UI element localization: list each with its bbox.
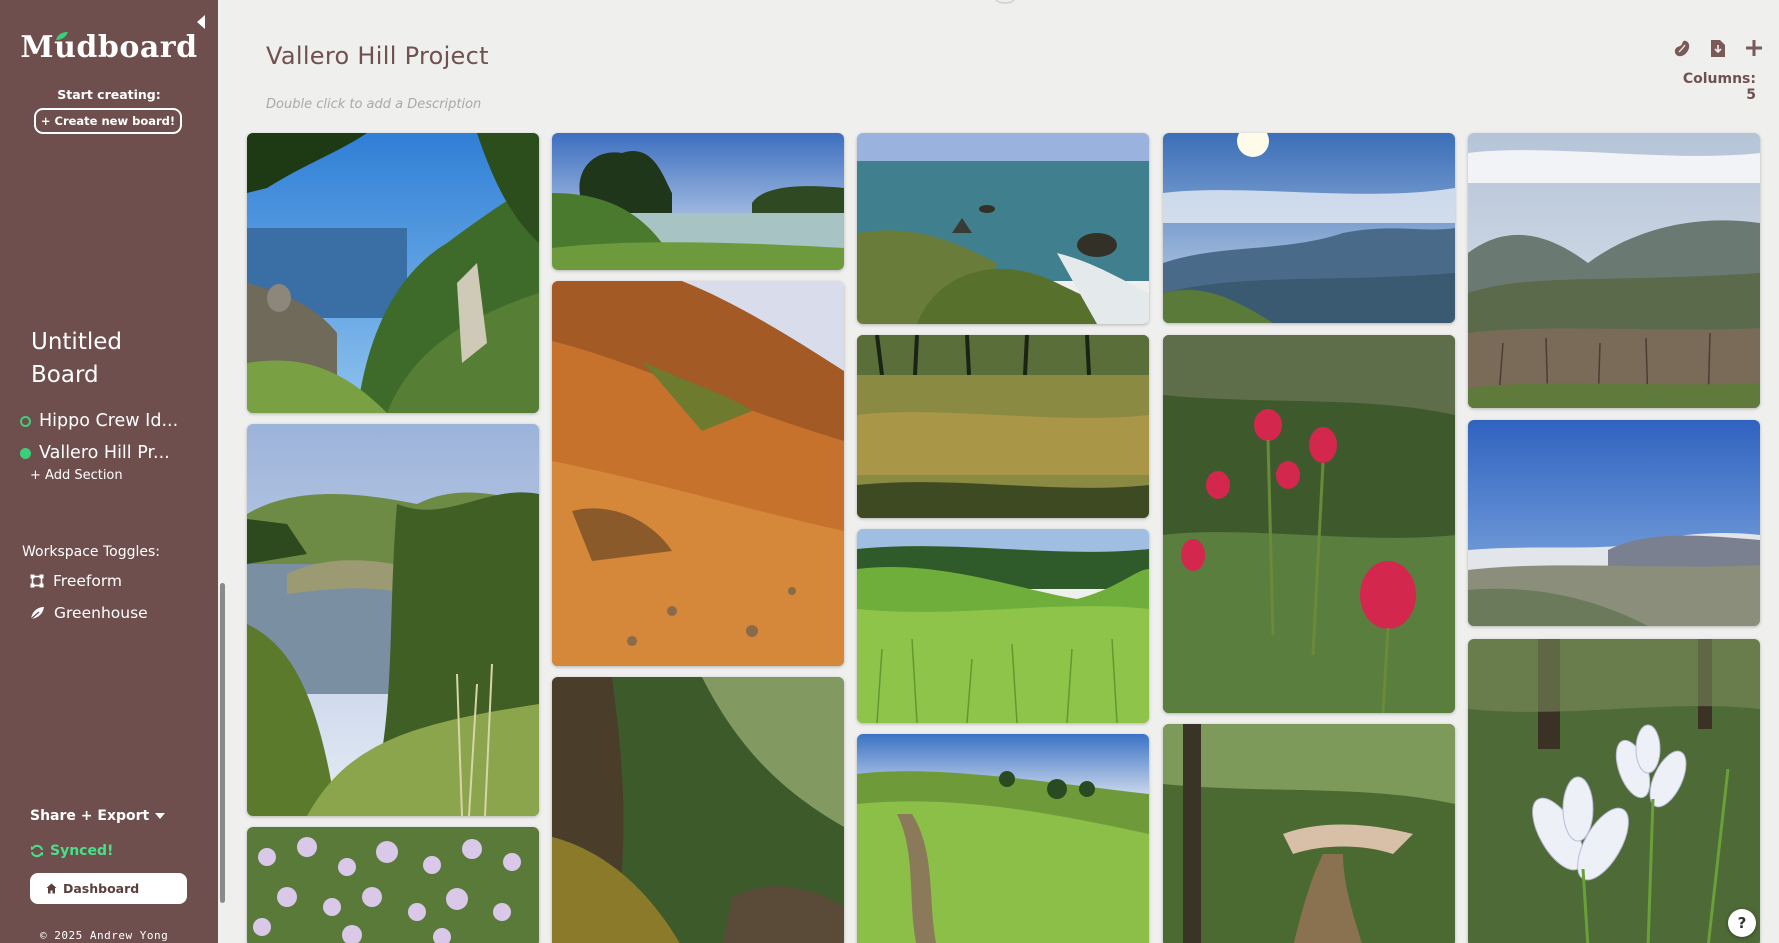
red-paintbrush-flowers-image bbox=[1163, 335, 1455, 713]
photo-card[interactable] bbox=[1163, 133, 1455, 323]
dashboard-label: Dashboard bbox=[63, 881, 140, 896]
page-title[interactable]: Vallero Hill Project bbox=[266, 42, 489, 70]
photo-card[interactable] bbox=[1468, 639, 1760, 943]
add-section-button[interactable]: + Add Section bbox=[30, 468, 123, 483]
photo-card[interactable] bbox=[857, 734, 1149, 943]
copyright: © 2025 Andrew Yong bbox=[40, 929, 169, 942]
forest-trunk-image bbox=[552, 677, 844, 943]
toggle-label: Greenhouse bbox=[54, 604, 148, 622]
sync-status: Synced! bbox=[30, 843, 113, 859]
collapse-sidebar-icon[interactable] bbox=[194, 14, 208, 30]
lake-hills-image bbox=[247, 424, 539, 816]
sidebar-scrollbar[interactable] bbox=[220, 583, 225, 903]
green-meadow-image bbox=[857, 529, 1149, 723]
photo-card[interactable] bbox=[552, 133, 844, 270]
chevron-down-icon bbox=[155, 813, 166, 819]
help-button[interactable]: ? bbox=[1728, 909, 1756, 937]
sync-icon bbox=[31, 844, 43, 858]
sync-label: Synced! bbox=[50, 843, 114, 859]
share-export-label: Share + Export bbox=[30, 808, 150, 824]
section-status-dot-icon bbox=[20, 415, 31, 427]
lagoon-cypress-image bbox=[552, 133, 844, 270]
greenhouse-leaf-icon bbox=[30, 607, 44, 620]
photo-card[interactable] bbox=[552, 281, 844, 666]
photo-card[interactable] bbox=[857, 133, 1149, 324]
white-iris-image bbox=[1468, 639, 1760, 943]
photo-card[interactable] bbox=[552, 677, 844, 943]
freeform-icon bbox=[30, 574, 44, 588]
top-handle bbox=[995, 0, 1015, 4]
ocean-cove-image bbox=[857, 133, 1149, 324]
board-title[interactable]: Untitled Board bbox=[31, 326, 191, 392]
section-item-vallero-hill[interactable]: Vallero Hill Pr... bbox=[20, 440, 170, 466]
orange-hillside-image bbox=[552, 281, 844, 666]
section-label: Hippo Crew Id... bbox=[39, 411, 179, 431]
section-active-dot-icon bbox=[20, 447, 31, 459]
photo-card[interactable] bbox=[1163, 724, 1455, 943]
photo-card[interactable] bbox=[247, 424, 539, 816]
photo-card[interactable] bbox=[857, 529, 1149, 723]
valley-view-image bbox=[1468, 420, 1760, 626]
share-export-menu[interactable]: Share + Export bbox=[30, 808, 166, 824]
coastal-cliffs-image bbox=[247, 133, 539, 413]
section-item-hippo-crew[interactable]: Hippo Crew Id... bbox=[20, 408, 178, 434]
photo-card[interactable] bbox=[1468, 133, 1760, 408]
mountain-vista-image bbox=[1163, 133, 1455, 323]
app-logo[interactable]: Mudboard bbox=[0, 30, 218, 65]
hill-trail-image bbox=[857, 734, 1149, 943]
forest-pond-image bbox=[857, 335, 1149, 518]
photo-card[interactable] bbox=[857, 335, 1149, 518]
toggle-label: Freeform bbox=[53, 572, 123, 590]
sidebar: Mudboard Start creating: + Create new bo… bbox=[0, 0, 218, 943]
photo-card[interactable] bbox=[1468, 420, 1760, 626]
description-placeholder[interactable]: Double click to add a Description bbox=[266, 97, 481, 112]
purple-wildflowers-image bbox=[247, 827, 539, 943]
hazy-mountains-image bbox=[1468, 133, 1760, 408]
toggle-greenhouse[interactable]: Greenhouse bbox=[30, 602, 148, 624]
create-new-board-button[interactable]: + Create new board! bbox=[34, 108, 182, 134]
toggle-freeform[interactable]: Freeform bbox=[30, 570, 122, 592]
home-icon bbox=[46, 883, 57, 894]
workspace-toggles-label: Workspace Toggles: bbox=[22, 544, 160, 560]
dashboard-button[interactable]: Dashboard bbox=[30, 873, 187, 904]
download-icon[interactable] bbox=[1708, 38, 1728, 58]
start-creating-label: Start creating: bbox=[57, 87, 161, 102]
columns-count[interactable]: Columns: 5 bbox=[1678, 71, 1756, 103]
add-icon[interactable] bbox=[1744, 38, 1764, 58]
bean-icon[interactable] bbox=[1672, 38, 1692, 58]
board-toolbar bbox=[1672, 38, 1764, 58]
photo-card[interactable] bbox=[247, 827, 539, 943]
wooded-trail-image bbox=[1163, 724, 1455, 943]
section-label: Vallero Hill Pr... bbox=[39, 443, 170, 463]
photo-card[interactable] bbox=[247, 133, 539, 413]
photo-card[interactable] bbox=[1163, 335, 1455, 713]
